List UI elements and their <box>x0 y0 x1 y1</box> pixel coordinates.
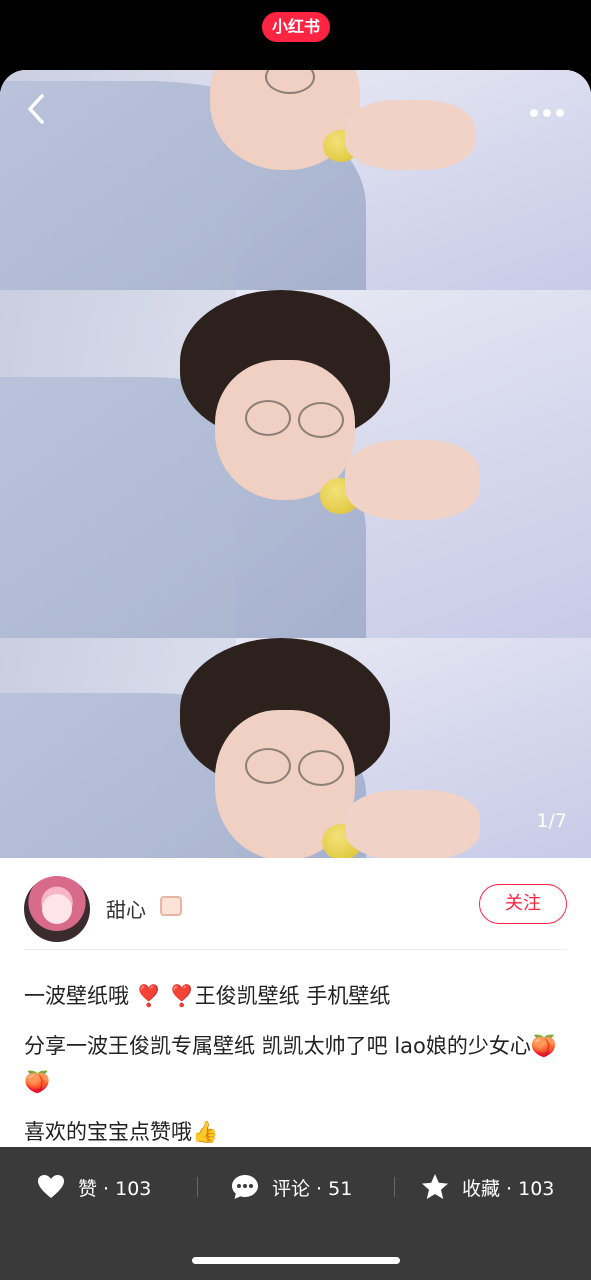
status-area: 小红书 <box>0 0 591 70</box>
photo-panel <box>0 638 591 858</box>
comment-button[interactable]: 评论 · 51 <box>230 1171 352 1203</box>
follow-button[interactable]: 关注 <box>479 884 567 924</box>
photo-glasses <box>298 750 344 786</box>
like-label: 赞 · 103 <box>78 1177 152 1200</box>
action-bar: 赞 · 103 评论 · 51 收藏 · 103 <box>0 1147 591 1280</box>
post-line: 喜欢的宝宝点赞哦👍 <box>24 1120 219 1144</box>
home-indicator <box>192 1257 400 1264</box>
heart-emoji: ❣️ <box>168 984 195 1008</box>
note-card: 1/7 甜心 关注 一波壁纸哦 ❣️ ❣️王俊凯壁纸 手机壁纸 分享一波王俊凯专… <box>0 70 591 1280</box>
post-line: 分享一波王俊凯专属壁纸 凯凯太帅了吧 lao娘的少女心🍑 🍑 <box>24 1034 558 1094</box>
photo-hand <box>345 100 475 170</box>
back-button[interactable] <box>22 92 52 126</box>
post-tags[interactable]: 王俊凯壁纸 手机壁纸 <box>195 984 391 1008</box>
collect-label: 收藏 · 103 <box>462 1177 555 1200</box>
image-gallery[interactable]: 1/7 <box>0 70 591 858</box>
heart-icon <box>38 1175 64 1198</box>
chevron-left-icon <box>28 94 44 124</box>
heart-emoji: ❣️ <box>135 984 162 1008</box>
comment-icon <box>232 1175 258 1199</box>
more-button[interactable] <box>529 94 565 124</box>
photo-panel <box>0 290 591 638</box>
avatar[interactable] <box>24 876 90 942</box>
photo-glasses <box>298 402 344 438</box>
author-badge-icon <box>160 896 182 916</box>
like-button[interactable]: 赞 · 103 <box>36 1171 151 1203</box>
photo-panel <box>0 70 591 290</box>
author-row: 甜心 关注 <box>24 876 567 950</box>
photo-hand <box>345 440 480 520</box>
star-icon <box>422 1174 448 1199</box>
collect-button[interactable]: 收藏 · 103 <box>420 1171 554 1203</box>
post-line: 一波壁纸哦 ❣️ ❣️王俊凯壁纸 手机壁纸 <box>24 978 567 1014</box>
divider <box>394 1177 395 1197</box>
photo-glasses <box>245 748 291 784</box>
author-name[interactable]: 甜心 <box>106 894 146 923</box>
more-horizontal-icon <box>530 109 564 117</box>
divider <box>197 1177 198 1197</box>
app-logo: 小红书 <box>262 12 330 42</box>
page-indicator: 1/7 <box>536 810 567 832</box>
photo-glasses <box>245 400 291 436</box>
post-text: 一波壁纸哦 <box>24 984 129 1008</box>
post-content: 一波壁纸哦 ❣️ ❣️王俊凯壁纸 手机壁纸 分享一波王俊凯专属壁纸 凯凯太帅了吧… <box>24 978 567 1164</box>
photo-hand <box>345 790 480 858</box>
comment-label: 评论 · 51 <box>272 1177 353 1200</box>
